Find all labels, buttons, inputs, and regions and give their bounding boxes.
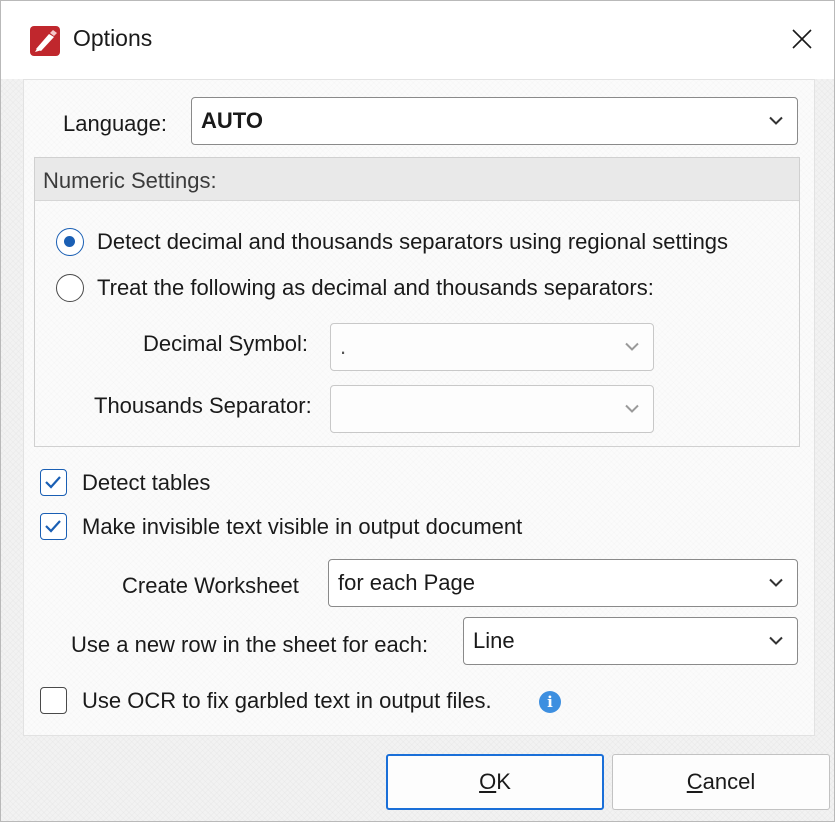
ok-button[interactable]: OK xyxy=(386,754,604,810)
decimal-symbol-label: Decimal Symbol: xyxy=(143,331,309,356)
new-row-value: Line xyxy=(473,628,515,653)
invisible-text-checkbox[interactable] xyxy=(40,513,67,540)
detect-tables-label: Detect tables xyxy=(82,470,211,495)
checkmark-icon xyxy=(45,520,61,533)
options-dialog: Options Language: AUTO Numeric Settings:… xyxy=(0,0,835,822)
cancel-button-label: Cancel xyxy=(686,769,756,794)
chevron-down-icon xyxy=(769,578,783,587)
decimal-symbol-value: . xyxy=(340,334,347,359)
radio-custom-separators-label: Treat the following as decimal and thous… xyxy=(97,275,654,300)
language-dropdown[interactable]: AUTO xyxy=(191,97,798,145)
create-worksheet-dropdown[interactable]: for each Page xyxy=(328,559,798,607)
invisible-text-label: Make invisible text visible in output do… xyxy=(82,514,523,539)
dialog-title: Options xyxy=(73,25,153,51)
ocr-label: Use OCR to fix garbled text in output fi… xyxy=(82,688,492,713)
chevron-down-icon xyxy=(625,342,639,351)
thousands-separator-label: Thousands Separator: xyxy=(94,393,312,418)
decimal-symbol-dropdown[interactable]: . xyxy=(330,323,654,371)
pdf-editor-logo-icon xyxy=(30,26,60,56)
new-row-label: Use a new row in the sheet for each: xyxy=(71,632,429,657)
close-button[interactable] xyxy=(782,19,822,59)
info-icon[interactable]: i xyxy=(539,691,561,713)
radio-custom-separators[interactable] xyxy=(56,274,84,302)
chevron-down-icon xyxy=(625,404,639,413)
checkmark-icon xyxy=(45,476,61,489)
create-worksheet-label: Create Worksheet xyxy=(122,573,299,598)
numeric-settings-header: Numeric Settings: xyxy=(35,158,799,201)
close-icon xyxy=(792,29,812,49)
radio-regional-settings-label: Detect decimal and thousands separators … xyxy=(97,229,729,254)
title-bar: Options xyxy=(1,1,834,79)
language-label: Language: xyxy=(63,111,167,136)
radio-regional-settings[interactable] xyxy=(56,228,84,256)
language-value: AUTO xyxy=(201,108,263,133)
numeric-settings-title: Numeric Settings: xyxy=(43,168,217,193)
create-worksheet-value: for each Page xyxy=(338,570,475,595)
new-row-dropdown[interactable]: Line xyxy=(463,617,798,665)
chevron-down-icon xyxy=(769,636,783,645)
thousands-separator-dropdown[interactable] xyxy=(330,385,654,433)
ok-button-label: OK xyxy=(479,769,511,794)
cancel-button[interactable]: Cancel xyxy=(612,754,830,810)
chevron-down-icon xyxy=(769,116,783,125)
ocr-checkbox[interactable] xyxy=(40,687,67,714)
detect-tables-checkbox[interactable] xyxy=(40,469,67,496)
